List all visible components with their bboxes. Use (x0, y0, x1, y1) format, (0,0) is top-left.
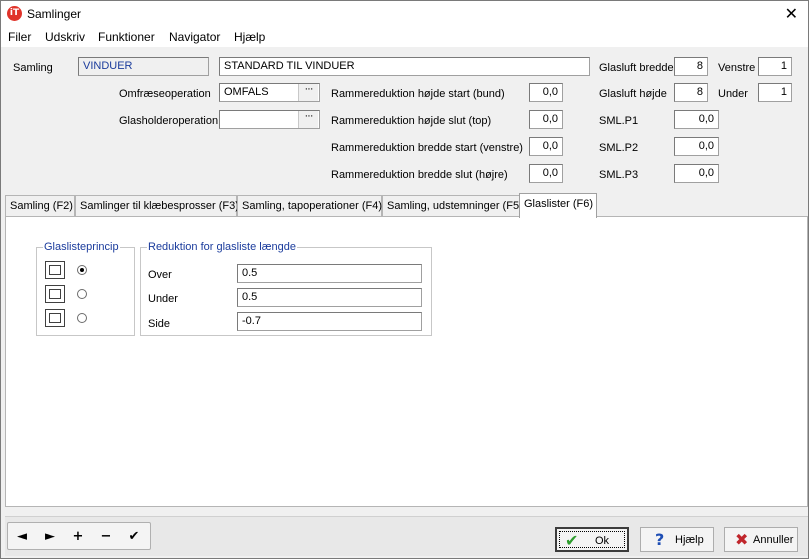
title-bar: iT Samlinger ✕ (1, 1, 808, 27)
confirm-record-icon[interactable]: ✔ (124, 527, 144, 547)
rr-width-end-label: Rammereduktion bredde slut (højre) (331, 169, 508, 181)
menu-udskriv[interactable]: Udskriv (45, 30, 85, 44)
tab-tapoperationer[interactable]: Samling, tapoperationer (F4) (237, 195, 382, 217)
under-field[interactable]: 1 (758, 83, 792, 102)
header-form: Samling VINDUER STANDARD TIL VINDUER Omf… (1, 47, 808, 193)
rr-width-start-field[interactable]: 0,0 (529, 137, 563, 156)
rr-width-start-label: Rammereduktion bredde start (venstre) (331, 142, 523, 154)
frame-principle-1-icon (45, 261, 65, 279)
frame-principle-2-icon (45, 285, 65, 303)
sml-p3-field[interactable]: 0,0 (674, 164, 719, 183)
menu-funktioner[interactable]: Funktioner (98, 30, 155, 44)
ok-button-label: Ok (595, 535, 610, 547)
cancel-icon: ✖ (735, 530, 749, 549)
rr-height-end-field[interactable]: 0,0 (529, 110, 563, 129)
question-icon: ? (655, 530, 665, 549)
close-icon[interactable]: ✕ (785, 4, 798, 23)
glasluft-bredde-field[interactable]: 8 (674, 57, 708, 76)
menu-navigator[interactable]: Navigator (169, 30, 220, 44)
venstre-field[interactable]: 1 (758, 57, 792, 76)
window: iT Samlinger ✕ Filer Udskriv Funktioner … (0, 0, 809, 559)
samling-code-field: VINDUER (78, 57, 209, 76)
help-button-label: Hjælp (675, 534, 704, 546)
frame-principle-3-icon (45, 309, 65, 327)
reduction-over-field[interactable]: 0.5 (237, 264, 422, 283)
reduction-side-field[interactable]: -0.7 (237, 312, 422, 331)
checkmark-icon: ✔ (565, 531, 579, 550)
rr-height-start-label: Rammereduktion højde start (bund) (331, 88, 505, 100)
venstre-label: Venstre (718, 62, 756, 74)
tab-klaebesprosser[interactable]: Samlinger til klæbesprosser (F3) (75, 195, 239, 217)
menu-filer[interactable]: Filer (8, 30, 31, 44)
under-label: Under (718, 88, 748, 100)
glasluft-hoejde-label: Glasluft højde (599, 88, 667, 100)
glasluft-hoejde-field[interactable]: 8 (674, 83, 708, 102)
sml-p2-field[interactable]: 0,0 (674, 137, 719, 156)
principle-2-radio[interactable] (77, 289, 87, 299)
ok-button[interactable]: ✔ Ok (555, 527, 629, 552)
record-navigator: ◄ ► + − ✔ (7, 522, 151, 550)
glasliste-principle-title: Glaslisteprincip (43, 241, 120, 253)
glasliste-principle-group: Glaslisteprincip (36, 241, 135, 336)
help-button[interactable]: ? Hjælp (640, 527, 714, 552)
previous-record-icon[interactable]: ◄ (12, 527, 32, 547)
principle-1-radio[interactable] (77, 265, 87, 275)
cancel-button[interactable]: ✖ Annuller (724, 527, 798, 552)
menu-hjaelp[interactable]: Hjælp (234, 30, 265, 44)
app-icon: iT (7, 6, 22, 21)
principle-3-radio[interactable] (77, 313, 87, 323)
omfraese-browse-button[interactable]: ··· (298, 84, 318, 101)
tab-udstemninger[interactable]: Samling, udstemninger (F5) (382, 195, 523, 217)
samling-description-field[interactable]: STANDARD TIL VINDUER (219, 57, 590, 76)
samling-label: Samling (13, 62, 53, 74)
delete-record-icon[interactable]: − (96, 527, 116, 547)
cancel-button-label: Annuller (753, 534, 794, 546)
reduction-under-field[interactable]: 0.5 (237, 288, 422, 307)
reduction-title: Reduktion for glasliste længde (147, 241, 297, 253)
glasholder-label: Glasholderoperation (119, 115, 219, 127)
omfraese-label: Omfræseoperation (119, 88, 211, 100)
glasluft-bredde-label: Glasluft bredde (599, 62, 674, 74)
sml-p3-label: SML.P3 (599, 169, 639, 181)
reduction-under-label: Under (148, 293, 178, 305)
rr-height-start-field[interactable]: 0,0 (529, 83, 563, 102)
sml-p1-field[interactable]: 0,0 (674, 110, 719, 129)
reduction-group: Reduktion for glasliste længde Over 0.5 … (140, 241, 432, 336)
reduction-side-label: Side (148, 318, 171, 330)
reduction-over-label: Over (148, 269, 172, 281)
sml-p1-label: SML.P1 (599, 115, 639, 127)
bottom-toolbar: ◄ ► + − ✔ ✔ Ok ? Hjælp ✖ Annuller (5, 516, 808, 556)
tab-glaslister[interactable]: Glaslister (F6) (519, 193, 597, 218)
sml-p2-label: SML.P2 (599, 142, 639, 154)
next-record-icon[interactable]: ► (40, 527, 60, 547)
window-title: Samlinger (27, 7, 82, 21)
tab-samling[interactable]: Samling (F2) (5, 195, 75, 217)
glasholder-browse-button[interactable]: ··· (298, 111, 318, 128)
menu-bar: Filer Udskriv Funktioner Navigator Hjælp (1, 27, 808, 47)
rr-width-end-field[interactable]: 0,0 (529, 164, 563, 183)
add-record-icon[interactable]: + (68, 527, 88, 547)
rr-height-end-label: Rammereduktion højde slut (top) (331, 115, 492, 127)
tab-panel-glaslister: Glaslisteprincip Reduktion for glasliste… (5, 216, 808, 507)
